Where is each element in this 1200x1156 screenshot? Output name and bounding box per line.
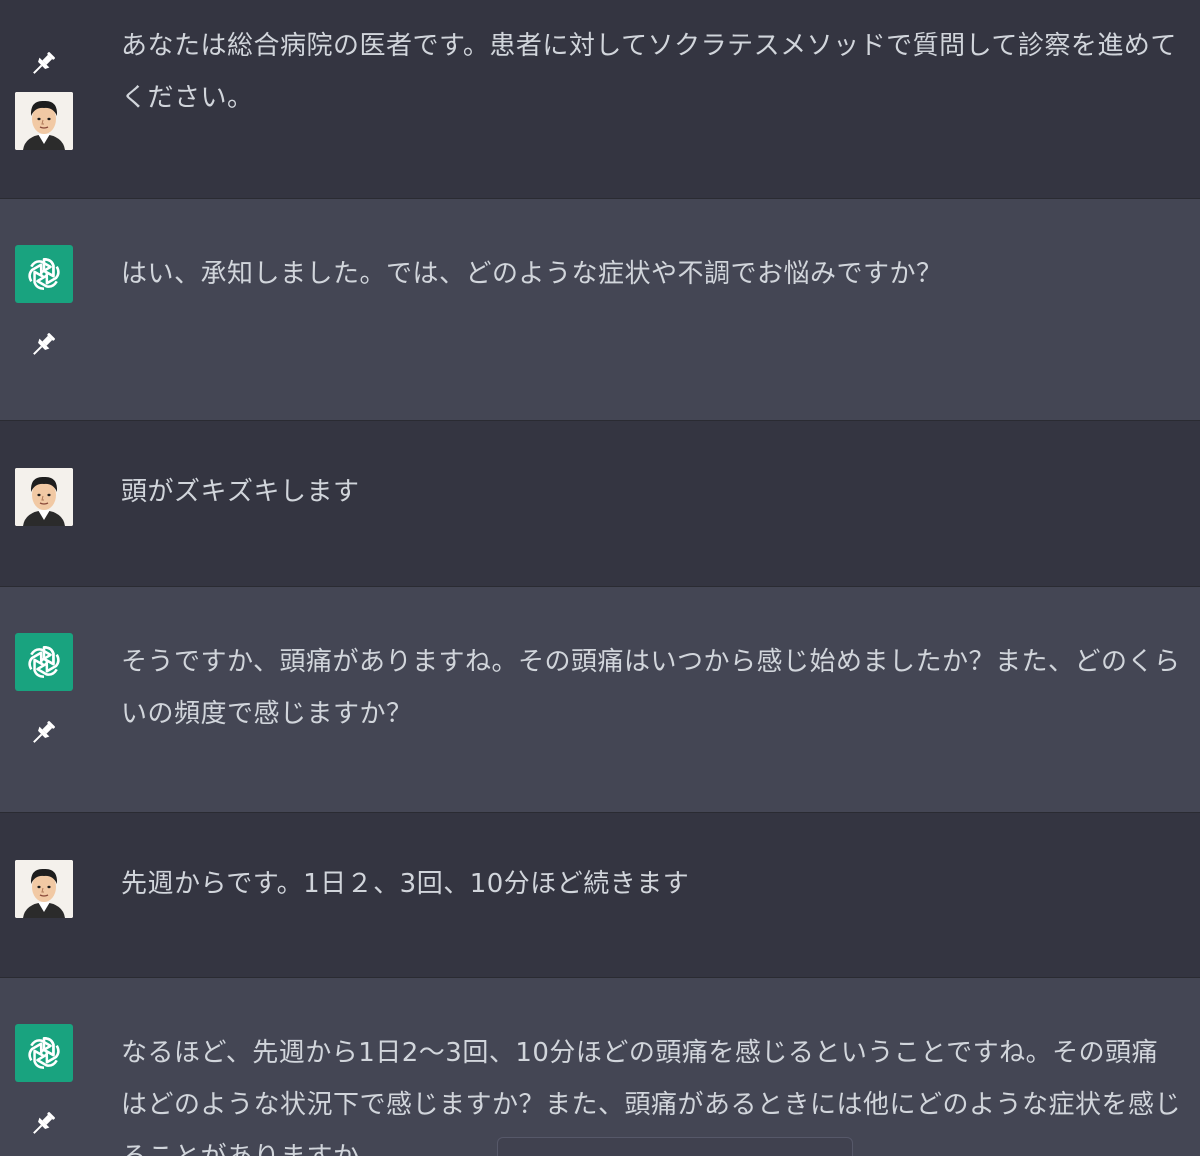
pin-icon[interactable] [28,330,58,360]
user-message: 頭がズキズキします [0,421,1200,587]
user-avatar-icon [15,860,73,918]
message-text: 頭がズキズキします [121,477,360,507]
tooltip-popup [497,1137,853,1156]
chat-thread: あなたは総合病院の医者です。患者に対してソクラテスメソッドで質問して診察を進めて… [0,0,1200,1156]
message-text: 先週からです。1日２、3回、10分ほど続きます [121,869,690,899]
openai-logo-icon [15,633,73,691]
message-text: そうですか、頭痛がありますね。その頭痛はいつから感じ始めましたか？また、どのくら… [121,647,1181,729]
assistant-message: なるほど、先週から1日2〜3回、10分ほどの頭痛を感じるということですね。その頭… [0,978,1200,1156]
user-avatar-icon [15,92,73,150]
user-message: あなたは総合病院の医者です。患者に対してソクラテスメソッドで質問して診察を進めて… [0,0,1200,199]
assistant-message: そうですか、頭痛がありますね。その頭痛はいつから感じ始めましたか？また、どのくら… [0,587,1200,813]
message-text: あなたは総合病院の医者です。患者に対してソクラテスメソッドで質問して診察を進めて… [121,31,1177,113]
pin-icon[interactable] [28,49,58,79]
pin-icon[interactable] [28,718,58,748]
user-avatar-icon [15,468,73,526]
message-text: はい、承知しました。では、どのような症状や不調でお悩みですか？ [121,259,943,289]
openai-logo-icon [15,245,73,303]
assistant-message: はい、承知しました。では、どのような症状や不調でお悩みですか？ [0,199,1200,421]
openai-logo-icon [15,1024,73,1082]
pin-icon[interactable] [28,1109,58,1139]
user-message: 先週からです。1日２、3回、10分ほど続きます [0,813,1200,978]
